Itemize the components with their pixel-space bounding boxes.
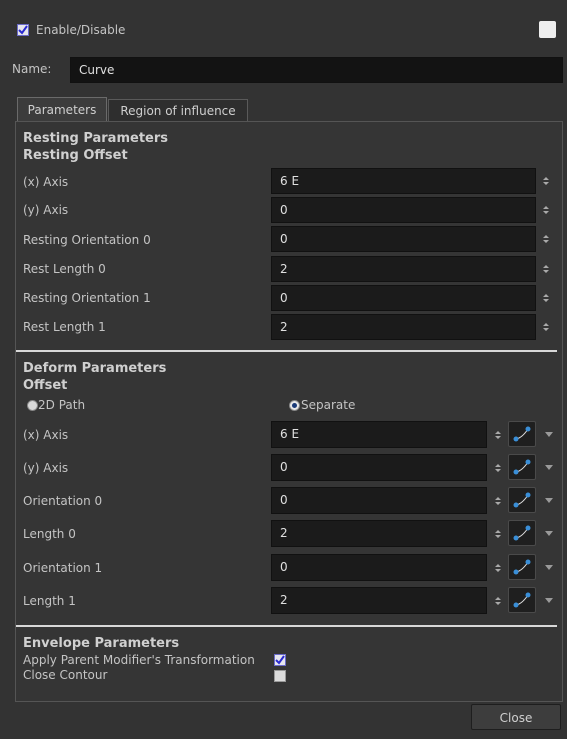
deform-orientation-1-field[interactable]: 0 — [271, 554, 487, 581]
function-curve-button[interactable] — [508, 554, 536, 580]
resting-orientation-1-field[interactable]: 0 — [271, 285, 536, 311]
checkmark-icon — [275, 655, 285, 665]
spinner-arrows-icon[interactable] — [542, 234, 550, 244]
rest-length-1-field[interactable]: 2 — [271, 314, 536, 340]
deform-x-axis-field[interactable]: 6 E — [271, 421, 487, 448]
rest-length-0-field[interactable]: 2 — [271, 256, 536, 282]
close-contour-label: Close Contour — [23, 668, 108, 682]
rest-length-1-label: Rest Length 1 — [23, 320, 106, 334]
deform-length-1-label: Length 1 — [23, 594, 76, 608]
checkmark-icon — [18, 25, 28, 35]
deform-y-axis-label: (y) Axis — [23, 461, 69, 475]
enable-label: Enable/Disable — [36, 23, 126, 37]
spinner-arrows-icon[interactable] — [494, 529, 502, 539]
enable-checkbox[interactable] — [17, 24, 29, 36]
chevron-down-icon[interactable] — [545, 565, 553, 570]
function-curve-button[interactable] — [508, 421, 536, 447]
spinner-arrows-icon[interactable] — [542, 205, 550, 215]
envelope-parameters-title: Envelope Parameters — [23, 636, 180, 651]
radio-2d-path[interactable] — [27, 400, 38, 411]
chevron-down-icon[interactable] — [545, 598, 553, 603]
close-contour-checkbox[interactable] — [274, 670, 286, 682]
spinner-arrows-icon[interactable] — [494, 563, 502, 573]
deform-length-0-label: Length 0 — [23, 527, 76, 541]
spinner-arrows-icon[interactable] — [494, 430, 502, 440]
function-curve-button[interactable] — [508, 520, 536, 546]
apply-parent-label: Apply Parent Modifier's Transformation — [23, 653, 255, 667]
spinner-arrows-icon[interactable] — [542, 176, 550, 186]
resting-orientation-0-label: Resting Orientation 0 — [23, 233, 151, 247]
spinner-arrows-icon[interactable] — [542, 264, 550, 274]
deform-parameters-title: Deform Parameters — [23, 361, 167, 376]
function-curve-icon — [513, 492, 531, 508]
deform-y-axis-field[interactable]: 0 — [271, 454, 487, 481]
function-curve-icon — [513, 525, 531, 541]
radio-separate[interactable] — [289, 400, 300, 411]
tab-parameters[interactable]: Parameters — [17, 97, 107, 121]
section-divider — [16, 625, 557, 627]
chevron-down-icon[interactable] — [545, 432, 553, 437]
spinner-arrows-icon[interactable] — [494, 463, 502, 473]
tab-region-of-influence[interactable]: Region of influence — [108, 99, 248, 121]
deform-orientation-0-label: Orientation 0 — [23, 494, 103, 508]
function-curve-icon — [513, 559, 531, 575]
apply-parent-checkbox[interactable] — [274, 654, 286, 666]
spinner-arrows-icon[interactable] — [542, 322, 550, 332]
chevron-down-icon[interactable] — [545, 498, 553, 503]
spinner-arrows-icon[interactable] — [494, 596, 502, 606]
deform-length-0-field[interactable]: 2 — [271, 520, 487, 547]
resting-offset-title: Resting Offset — [23, 148, 128, 163]
radio-2d-path-label: 2D Path — [38, 398, 86, 412]
radio-separate-label: Separate — [301, 398, 356, 412]
rest-length-0-label: Rest Length 0 — [23, 262, 106, 276]
close-button[interactable]: Close — [471, 704, 561, 730]
function-curve-icon — [513, 426, 531, 442]
deform-offset-title: Offset — [23, 378, 68, 393]
name-label: Name: — [12, 62, 52, 76]
function-curve-button[interactable] — [508, 587, 536, 613]
deform-x-axis-label: (x) Axis — [23, 428, 69, 442]
spinner-arrows-icon[interactable] — [542, 293, 550, 303]
chevron-down-icon[interactable] — [545, 531, 553, 536]
spinner-arrows-icon[interactable] — [494, 496, 502, 506]
name-input[interactable]: Curve — [70, 57, 563, 83]
chevron-down-icon[interactable] — [545, 465, 553, 470]
function-curve-button[interactable] — [508, 487, 536, 513]
resting-x-axis-label: (x) Axis — [23, 175, 69, 189]
resting-orientation-1-label: Resting Orientation 1 — [23, 291, 151, 305]
section-divider — [16, 350, 557, 352]
deform-orientation-1-label: Orientation 1 — [23, 561, 103, 575]
resting-orientation-0-field[interactable]: 0 — [271, 226, 536, 252]
color-swatch[interactable] — [539, 21, 556, 38]
function-curve-button[interactable] — [508, 454, 536, 480]
function-curve-icon — [513, 592, 531, 608]
resting-x-axis-field[interactable]: 6 E — [271, 168, 536, 194]
deform-length-1-field[interactable]: 2 — [271, 587, 487, 614]
deform-orientation-0-field[interactable]: 0 — [271, 487, 487, 514]
resting-y-axis-field[interactable]: 0 — [271, 197, 536, 223]
resting-y-axis-label: (y) Axis — [23, 203, 69, 217]
resting-parameters-title: Resting Parameters — [23, 131, 168, 146]
function-curve-icon — [513, 459, 531, 475]
